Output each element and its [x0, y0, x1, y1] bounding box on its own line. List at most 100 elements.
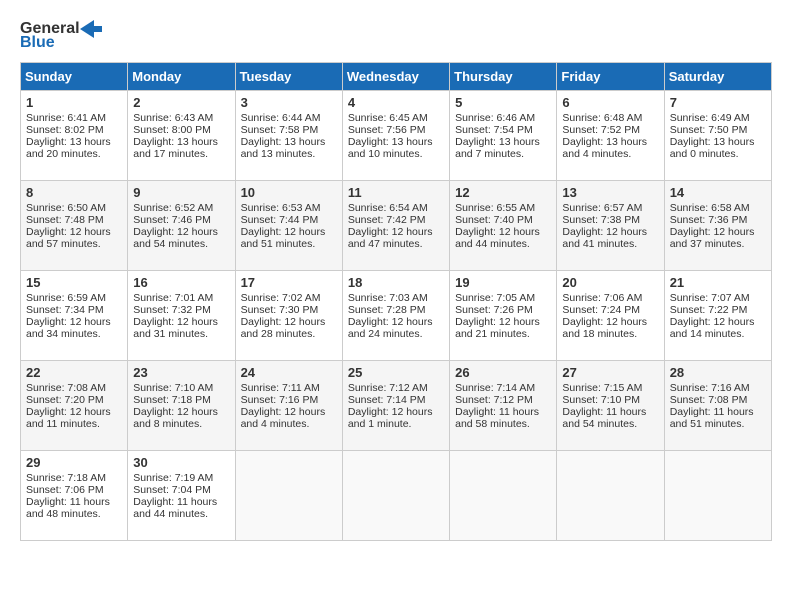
- day-number: 23: [133, 365, 229, 380]
- calendar-table: SundayMondayTuesdayWednesdayThursdayFrid…: [20, 62, 772, 541]
- day-info-line: Daylight: 12 hours: [670, 226, 766, 238]
- calendar-cell: 15Sunrise: 6:59 AMSunset: 7:34 PMDayligh…: [21, 271, 128, 361]
- calendar-week-2: 1Sunrise: 6:41 AMSunset: 8:02 PMDaylight…: [21, 91, 772, 181]
- day-info-line: Sunset: 7:42 PM: [348, 214, 444, 226]
- day-info-line: and 24 minutes.: [348, 328, 444, 340]
- calendar-cell: 18Sunrise: 7:03 AMSunset: 7:28 PMDayligh…: [342, 271, 449, 361]
- day-info-line: Sunset: 7:52 PM: [562, 124, 658, 136]
- day-number: 4: [348, 95, 444, 110]
- day-info-line: and 37 minutes.: [670, 238, 766, 250]
- calendar-cell: 7Sunrise: 6:49 AMSunset: 7:50 PMDaylight…: [664, 91, 771, 181]
- day-number: 27: [562, 365, 658, 380]
- day-info-line: Daylight: 13 hours: [241, 136, 337, 148]
- day-number: 22: [26, 365, 122, 380]
- day-info-line: Sunrise: 7:10 AM: [133, 382, 229, 394]
- day-info-line: Daylight: 12 hours: [670, 316, 766, 328]
- day-info-line: Daylight: 12 hours: [241, 316, 337, 328]
- day-info-line: Sunrise: 7:03 AM: [348, 292, 444, 304]
- logo: General Blue: [20, 20, 102, 52]
- calendar-cell: 26Sunrise: 7:14 AMSunset: 7:12 PMDayligh…: [450, 361, 557, 451]
- day-info-line: Sunset: 7:06 PM: [26, 484, 122, 496]
- calendar-cell: [557, 451, 664, 541]
- calendar-cell: 5Sunrise: 6:46 AMSunset: 7:54 PMDaylight…: [450, 91, 557, 181]
- calendar-cell: 25Sunrise: 7:12 AMSunset: 7:14 PMDayligh…: [342, 361, 449, 451]
- day-info-line: Daylight: 12 hours: [348, 316, 444, 328]
- day-info-line: Sunset: 7:54 PM: [455, 124, 551, 136]
- day-info-line: and 11 minutes.: [26, 418, 122, 430]
- day-info-line: Daylight: 12 hours: [133, 316, 229, 328]
- day-info-line: and 57 minutes.: [26, 238, 122, 250]
- day-info-line: Daylight: 11 hours: [562, 406, 658, 418]
- logo-arrow-icon: [80, 20, 102, 38]
- day-info-line: Sunrise: 7:08 AM: [26, 382, 122, 394]
- day-info-line: Sunrise: 6:53 AM: [241, 202, 337, 214]
- day-info-line: and 10 minutes.: [348, 148, 444, 160]
- day-number: 17: [241, 275, 337, 290]
- day-info-line: Daylight: 13 hours: [26, 136, 122, 148]
- day-info-line: Sunrise: 6:55 AM: [455, 202, 551, 214]
- calendar-cell: 17Sunrise: 7:02 AMSunset: 7:30 PMDayligh…: [235, 271, 342, 361]
- day-info-line: and 7 minutes.: [455, 148, 551, 160]
- day-info-line: Sunrise: 7:15 AM: [562, 382, 658, 394]
- day-number: 14: [670, 185, 766, 200]
- day-info-line: Sunrise: 7:16 AM: [670, 382, 766, 394]
- day-info-line: Sunrise: 6:57 AM: [562, 202, 658, 214]
- day-info-line: Sunrise: 7:12 AM: [348, 382, 444, 394]
- day-info-line: Sunrise: 6:50 AM: [26, 202, 122, 214]
- weekday-header-saturday: Saturday: [664, 63, 771, 91]
- day-info-line: Sunset: 8:00 PM: [133, 124, 229, 136]
- day-info-line: Sunset: 7:22 PM: [670, 304, 766, 316]
- day-info-line: Sunset: 7:44 PM: [241, 214, 337, 226]
- day-info-line: Daylight: 11 hours: [26, 496, 122, 508]
- day-info-line: Daylight: 12 hours: [241, 406, 337, 418]
- day-info-line: Daylight: 12 hours: [133, 226, 229, 238]
- day-info-line: and 18 minutes.: [562, 328, 658, 340]
- day-info-line: Sunset: 7:46 PM: [133, 214, 229, 226]
- day-info-line: Sunset: 8:02 PM: [26, 124, 122, 136]
- day-info-line: and 13 minutes.: [241, 148, 337, 160]
- day-info-line: Sunset: 7:04 PM: [133, 484, 229, 496]
- day-info-line: and 54 minutes.: [133, 238, 229, 250]
- calendar-body: 1Sunrise: 6:41 AMSunset: 8:02 PMDaylight…: [21, 91, 772, 541]
- calendar-cell: 16Sunrise: 7:01 AMSunset: 7:32 PMDayligh…: [128, 271, 235, 361]
- day-info-line: Sunrise: 6:44 AM: [241, 112, 337, 124]
- day-info-line: Sunrise: 6:45 AM: [348, 112, 444, 124]
- day-info-line: Sunrise: 7:18 AM: [26, 472, 122, 484]
- calendar-cell: 19Sunrise: 7:05 AMSunset: 7:26 PMDayligh…: [450, 271, 557, 361]
- calendar-cell: 10Sunrise: 6:53 AMSunset: 7:44 PMDayligh…: [235, 181, 342, 271]
- day-info-line: Sunrise: 7:11 AM: [241, 382, 337, 394]
- day-info-line: Daylight: 12 hours: [562, 226, 658, 238]
- day-number: 6: [562, 95, 658, 110]
- weekday-header-monday: Monday: [128, 63, 235, 91]
- day-info-line: Sunset: 7:48 PM: [26, 214, 122, 226]
- calendar-cell: 14Sunrise: 6:58 AMSunset: 7:36 PMDayligh…: [664, 181, 771, 271]
- day-number: 10: [241, 185, 337, 200]
- day-number: 5: [455, 95, 551, 110]
- day-info-line: Sunset: 7:56 PM: [348, 124, 444, 136]
- day-info-line: Sunset: 7:26 PM: [455, 304, 551, 316]
- page-header: General Blue: [20, 20, 772, 52]
- weekday-header-wednesday: Wednesday: [342, 63, 449, 91]
- day-info-line: and 28 minutes.: [241, 328, 337, 340]
- calendar-cell: 22Sunrise: 7:08 AMSunset: 7:20 PMDayligh…: [21, 361, 128, 451]
- calendar-cell: 27Sunrise: 7:15 AMSunset: 7:10 PMDayligh…: [557, 361, 664, 451]
- day-info-line: Sunrise: 6:43 AM: [133, 112, 229, 124]
- day-info-line: Sunrise: 6:54 AM: [348, 202, 444, 214]
- day-info-line: Sunset: 7:28 PM: [348, 304, 444, 316]
- calendar-cell: 29Sunrise: 7:18 AMSunset: 7:06 PMDayligh…: [21, 451, 128, 541]
- day-info-line: Sunset: 7:30 PM: [241, 304, 337, 316]
- weekday-header-friday: Friday: [557, 63, 664, 91]
- day-number: 2: [133, 95, 229, 110]
- calendar-cell: 20Sunrise: 7:06 AMSunset: 7:24 PMDayligh…: [557, 271, 664, 361]
- day-info-line: Sunrise: 6:59 AM: [26, 292, 122, 304]
- day-info-line: Sunrise: 7:07 AM: [670, 292, 766, 304]
- day-info-line: Daylight: 12 hours: [26, 406, 122, 418]
- day-info-line: and 48 minutes.: [26, 508, 122, 520]
- day-info-line: Sunset: 7:14 PM: [348, 394, 444, 406]
- day-info-line: Daylight: 13 hours: [670, 136, 766, 148]
- day-info-line: Sunset: 7:50 PM: [670, 124, 766, 136]
- calendar-cell: 6Sunrise: 6:48 AMSunset: 7:52 PMDaylight…: [557, 91, 664, 181]
- day-info-line: and 0 minutes.: [670, 148, 766, 160]
- day-info-line: Daylight: 12 hours: [562, 316, 658, 328]
- calendar-week-4: 15Sunrise: 6:59 AMSunset: 7:34 PMDayligh…: [21, 271, 772, 361]
